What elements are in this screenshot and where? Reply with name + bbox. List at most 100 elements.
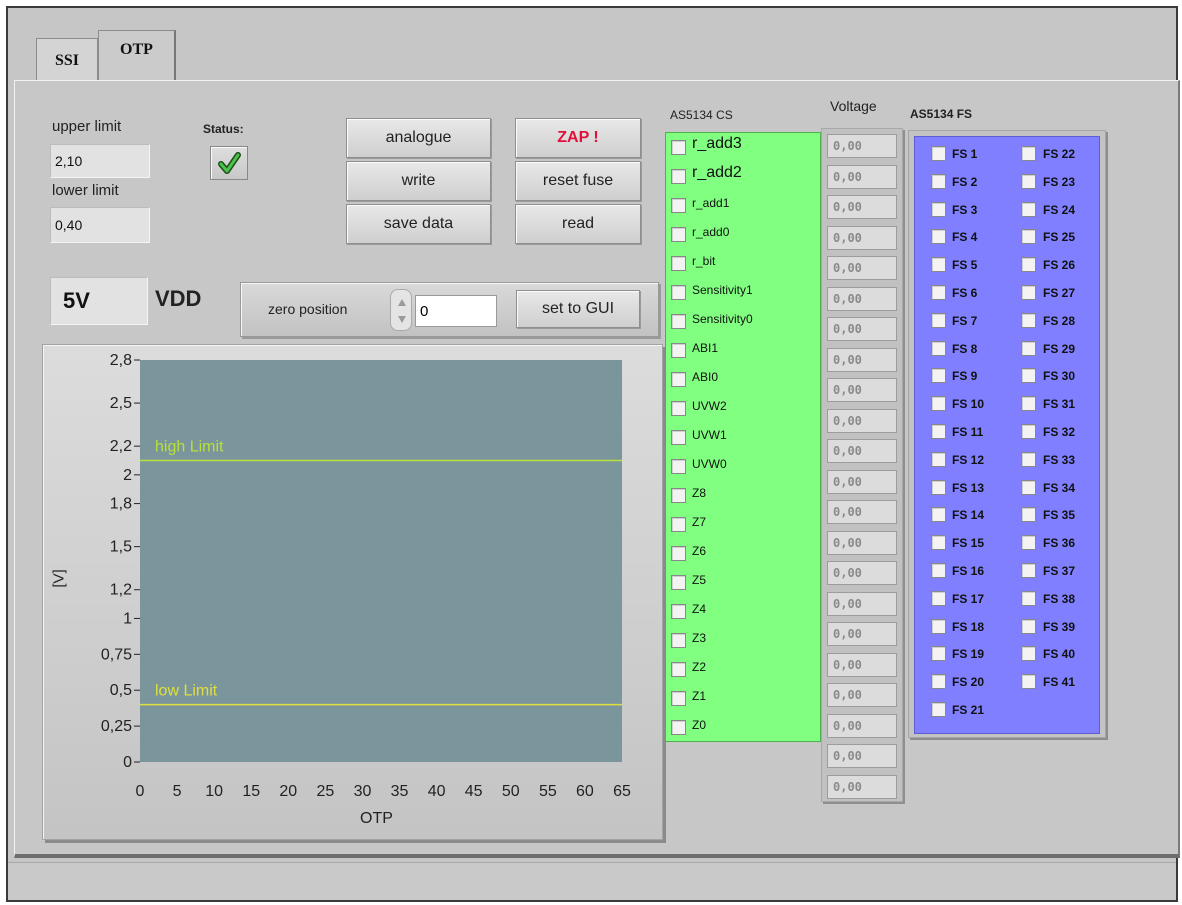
cs-label: UVW1	[692, 428, 727, 442]
fs-label: FS 10	[952, 397, 985, 412]
fs-label: FS 17	[952, 591, 985, 606]
fs-checkbox-fs-34[interactable]	[1021, 479, 1036, 495]
fs-checkbox-fs-21[interactable]	[931, 702, 946, 717]
fs-checkbox-fs-1[interactable]	[931, 146, 946, 161]
fs-label: FS 32	[1043, 425, 1076, 439]
fs-checkbox-fs-6[interactable]	[931, 285, 946, 300]
fs-label: FS 8	[952, 341, 978, 356]
cs-checkbox-Z6[interactable]	[671, 546, 686, 561]
cs-checkbox-UVW0[interactable]	[671, 459, 686, 474]
x-tick-label: 15	[242, 783, 260, 800]
fs-label: FS 37	[1043, 564, 1076, 578]
cs-checkbox-Z1[interactable]	[671, 691, 686, 706]
fs-label: FS 28	[1043, 313, 1076, 328]
fs-checkbox-fs-3[interactable]	[931, 201, 946, 217]
fs-checkbox-fs-11[interactable]	[931, 424, 946, 439]
x-tick-label: 0	[136, 783, 145, 800]
fs-checkbox-fs-36[interactable]	[1021, 535, 1036, 551]
fs-label: FS 18	[952, 619, 985, 634]
cs-checkbox-r_bit[interactable]	[671, 256, 686, 271]
fs-checkbox-fs-14[interactable]	[931, 507, 946, 523]
fs-checkbox-fs-38[interactable]	[1021, 590, 1036, 606]
x-tick-label: 60	[576, 783, 594, 800]
y-ticks: 2,8 2,5 2,2 2 1,8 1,5 1,2 1 0,75 0,5 0,25 0	[101, 352, 140, 771]
fs-checkbox-fs-27[interactable]	[1021, 285, 1036, 300]
cs-checkbox-Sensitivity1[interactable]	[671, 285, 686, 300]
cs-label: Z7	[692, 515, 707, 529]
cs-checkbox-Z2[interactable]	[671, 662, 686, 677]
fs-checkbox-fs-13[interactable]	[931, 479, 946, 495]
fs-checkbox-fs-39[interactable]	[1021, 618, 1036, 634]
fs-checkbox-fs-31[interactable]	[1021, 396, 1036, 412]
fs-checkbox-fs-28[interactable]	[1021, 312, 1036, 328]
voltage-value: 0,00	[827, 652, 897, 677]
fs-checkbox-fs-37[interactable]	[1021, 563, 1036, 578]
fs-checkbox-fs-23[interactable]	[1021, 173, 1036, 189]
fs-checkbox-fs-24[interactable]	[1021, 201, 1036, 217]
y-tick-label: 1	[123, 610, 132, 627]
x-tick-label: 40	[428, 783, 446, 800]
fs-checkbox-fs-15[interactable]	[931, 535, 946, 551]
fs-checkbox-fs-17[interactable]	[931, 590, 946, 606]
fs-label: FS 11	[952, 425, 984, 439]
fs-checkbox-fs-2[interactable]	[931, 173, 946, 189]
cs-checkbox-Z0[interactable]	[671, 720, 686, 735]
fs-checkbox-fs-4[interactable]	[931, 229, 946, 245]
fs-label: FS 12	[952, 452, 985, 467]
voltage-title: Voltage	[830, 98, 877, 114]
x-tick-label: 50	[502, 783, 520, 800]
y-tick-label: 0	[123, 754, 132, 771]
fs-label: FS 9	[952, 369, 978, 384]
cs-checkbox-Z5[interactable]	[671, 575, 686, 590]
fs-checkbox-fs-7[interactable]	[931, 312, 946, 328]
fs-checkbox-fs-26[interactable]	[1021, 257, 1036, 273]
cs-checkbox-ABI0[interactable]	[671, 372, 686, 387]
fs-checkbox-fs-20[interactable]	[931, 674, 946, 690]
fs-checkbox-fs-18[interactable]	[931, 618, 946, 634]
fs-label: FS 30	[1043, 369, 1076, 384]
cs-checkbox-Z7[interactable]	[671, 517, 686, 532]
fs-checkbox-fs-33[interactable]	[1021, 451, 1036, 467]
cs-checkbox-r_add1[interactable]	[671, 198, 686, 213]
cs-checkbox-UVW2[interactable]	[671, 401, 686, 416]
fs-checkbox-fs-41[interactable]	[1021, 674, 1036, 690]
cs-checkbox-UVW1[interactable]	[671, 430, 686, 445]
fs-checkbox-fs-12[interactable]	[931, 451, 946, 467]
fs-checkbox-fs-9[interactable]	[931, 368, 946, 384]
high-limit-label: high Limit	[155, 439, 224, 456]
fs-checkbox-fs-16[interactable]	[931, 563, 946, 578]
cs-checkbox-ABI1[interactable]	[671, 343, 686, 358]
y-tick-label: 1,2	[110, 582, 132, 599]
fs-checkbox-fs-35[interactable]	[1021, 507, 1036, 523]
x-tick-label: 45	[465, 783, 483, 800]
cs-checkbox-Z8[interactable]	[671, 488, 686, 503]
x-tick-label: 55	[539, 783, 557, 800]
fs-checkbox-fs-8[interactable]	[931, 340, 946, 356]
fs-checkbox-fs-30[interactable]	[1021, 368, 1036, 384]
fs-label: FS 36	[1043, 536, 1076, 551]
voltage-value: 0,00	[827, 713, 897, 738]
fs-label: FS 14	[952, 508, 985, 523]
cs-label: r_bit	[692, 254, 716, 268]
cs-checkbox-Z4[interactable]	[671, 604, 686, 619]
cs-checkbox-Sensitivity0[interactable]	[671, 314, 686, 329]
fs-checkbox-fs-32[interactable]	[1021, 424, 1036, 439]
cs-checkbox-r_add0[interactable]	[671, 227, 686, 242]
fs-checkbox-fs-29[interactable]	[1021, 340, 1036, 356]
fs-checkbox-fs-25[interactable]	[1021, 229, 1036, 245]
fs-label: FS 15	[952, 536, 985, 551]
fs-checkbox-fs-19[interactable]	[931, 646, 946, 662]
fs-checkbox-fs-22[interactable]	[1021, 146, 1036, 161]
y-tick-label: 1,8	[110, 496, 132, 513]
cs-checkbox-r_add2[interactable]	[671, 169, 686, 184]
fs-checkbox-fs-5[interactable]	[931, 257, 946, 273]
fs-checkbox-fs-10[interactable]	[931, 396, 946, 412]
voltage-value: 0,00	[827, 225, 897, 250]
cs-label: Z5	[692, 573, 707, 587]
y-tick-label: 0,5	[110, 682, 132, 699]
fs-checkbox-fs-40[interactable]	[1021, 646, 1036, 662]
x-tick-label: 20	[279, 783, 297, 800]
cs-checkbox-r_add3[interactable]	[671, 140, 686, 155]
fs-label: FS 41	[1043, 675, 1076, 690]
cs-checkbox-Z3[interactable]	[671, 633, 686, 648]
